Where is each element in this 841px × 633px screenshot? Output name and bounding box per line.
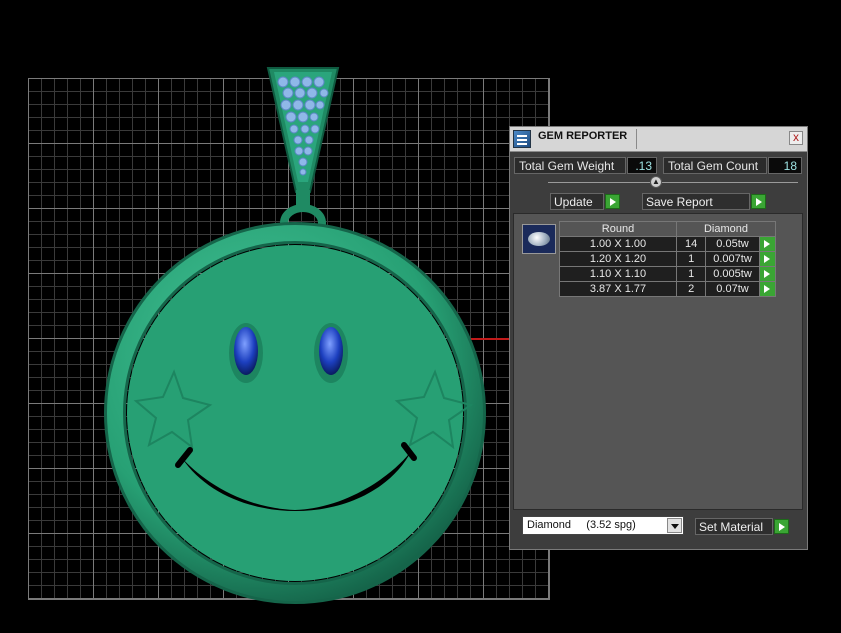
- gem-size: 1.10 X 1.10: [559, 266, 677, 282]
- panel-splitter[interactable]: [548, 182, 798, 183]
- gem-report-area: Round Diamond 1.00 X 1.00 14 0.05tw 1.20…: [513, 213, 803, 510]
- gem-weight: 0.07tw: [705, 281, 760, 297]
- save-report-button[interactable]: Save Report: [642, 193, 750, 210]
- header-shape: Round: [559, 221, 677, 237]
- table-row: 3.87 X 1.77 2 0.07tw: [559, 281, 777, 297]
- gem-weight: 0.05tw: [705, 236, 760, 252]
- gem-count: 1: [675, 266, 707, 282]
- gem-count: 14: [675, 236, 707, 252]
- gem-thumbnail[interactable]: [522, 224, 556, 254]
- left-eye-gem: [234, 327, 258, 375]
- material-select-value: Diamond (3.52 spg): [527, 519, 636, 531]
- pendant-bail: [266, 67, 340, 193]
- total-gem-weight-label: Total Gem Weight: [514, 157, 626, 174]
- save-report-play-arrow-icon[interactable]: [751, 194, 766, 209]
- smiley-pendant-model[interactable]: [100, 60, 500, 620]
- gem-count: 2: [675, 281, 707, 297]
- update-play-arrow-icon[interactable]: [605, 194, 620, 209]
- set-material-play-arrow-icon[interactable]: [774, 519, 789, 534]
- gem-table: Round Diamond 1.00 X 1.00 14 0.05tw 1.20…: [559, 221, 777, 297]
- panel-titlebar[interactable]: GEM REPORTER x: [510, 127, 807, 152]
- gem-weight: 0.005tw: [705, 266, 760, 282]
- row-play-arrow-icon[interactable]: [758, 236, 777, 252]
- row-play-arrow-icon[interactable]: [758, 251, 777, 267]
- gem-weight: 0.007tw: [705, 251, 760, 267]
- total-gem-count-value: 18: [768, 157, 802, 174]
- gem-size: 3.87 X 1.77: [559, 281, 677, 297]
- gem-size: 1.00 X 1.00: [559, 236, 677, 252]
- gem-reporter-icon: [513, 130, 531, 148]
- gem-count: 1: [675, 251, 707, 267]
- table-header-row: Round Diamond: [559, 221, 776, 237]
- close-icon[interactable]: x: [789, 131, 803, 145]
- header-material: Diamond: [676, 221, 776, 237]
- material-select[interactable]: Diamond (3.52 spg): [522, 516, 684, 535]
- table-row: 1.20 X 1.20 1 0.007tw: [559, 251, 777, 267]
- update-button[interactable]: Update: [550, 193, 604, 210]
- set-material-button[interactable]: Set Material: [695, 518, 773, 535]
- splitter-arrow-icon[interactable]: ▲: [650, 176, 662, 188]
- table-row: 1.00 X 1.00 14 0.05tw: [559, 236, 777, 252]
- right-eye-gem: [319, 327, 343, 375]
- title-divider: [636, 129, 637, 149]
- total-gem-weight-value: .13: [627, 157, 657, 174]
- dropdown-caret-icon[interactable]: [667, 518, 682, 533]
- table-row: 1.10 X 1.10 1 0.005tw: [559, 266, 777, 282]
- row-play-arrow-icon[interactable]: [758, 281, 777, 297]
- row-play-arrow-icon[interactable]: [758, 266, 777, 282]
- gem-size: 1.20 X 1.20: [559, 251, 677, 267]
- total-gem-count-label: Total Gem Count: [663, 157, 767, 174]
- gem-reporter-panel: GEM REPORTER x Total Gem Weight .13 Tota…: [509, 126, 808, 550]
- panel-title: GEM REPORTER: [538, 130, 628, 142]
